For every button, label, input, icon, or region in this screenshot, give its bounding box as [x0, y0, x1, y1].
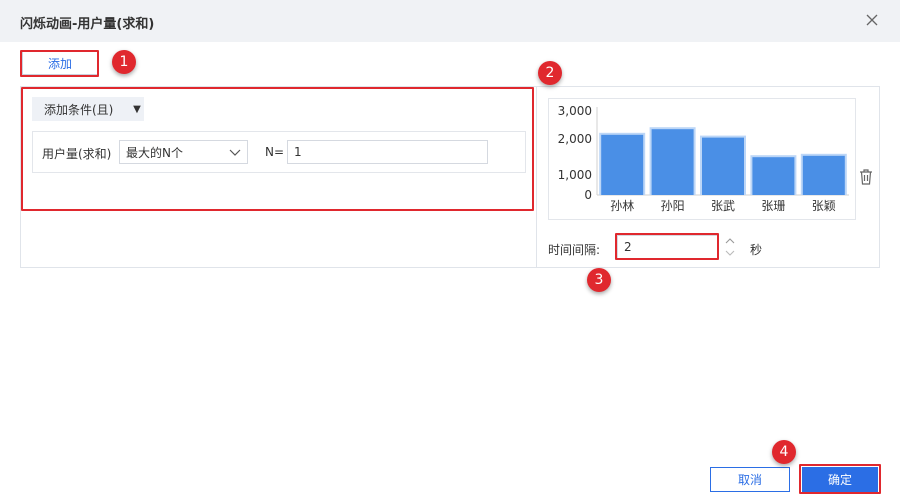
x-tick-label: 张武 [711, 199, 735, 213]
preview-chart-svg: 3,000 2,000 1,000 0 孙林 孙阳 张武 张珊 张颖 [558, 104, 849, 213]
y-tick-label: 2,000 [558, 132, 592, 146]
bar [651, 129, 694, 195]
preview-chart: 3,000 2,000 1,000 0 孙林 孙阳 张武 张珊 张颖 [548, 98, 856, 220]
callout-badge-3: 3 [587, 268, 611, 292]
trash-icon[interactable] [858, 168, 874, 186]
confirm-button[interactable]: 确定 [802, 467, 878, 492]
n-input[interactable] [287, 140, 488, 164]
n-label: N= [265, 145, 285, 159]
callout-badge-1: 1 [112, 50, 136, 74]
dialog-title: 闪烁动画-用户量(求和) [20, 17, 155, 32]
bar [802, 155, 845, 195]
bar [702, 137, 744, 195]
y-tick-label: 1,000 [558, 168, 592, 182]
bar [601, 134, 644, 195]
panel-divider [536, 87, 537, 267]
stepper-down-icon[interactable] [722, 247, 738, 259]
x-tick-label: 张颖 [812, 199, 836, 213]
callout-badge-4: 4 [772, 440, 796, 464]
stepper-up-icon[interactable] [722, 235, 738, 247]
x-tick-label: 孙阳 [661, 199, 685, 213]
cancel-button[interactable]: 取消 [710, 467, 790, 492]
caret-down-icon[interactable]: ▼ [130, 104, 144, 115]
callout-badge-2: 2 [538, 61, 562, 85]
close-icon[interactable] [862, 10, 882, 30]
condition-type-value: 最大的N个 [126, 145, 183, 160]
interval-stepper[interactable] [722, 235, 738, 259]
interval-label: 时间间隔: [548, 243, 601, 257]
chevron-down-icon [229, 149, 241, 156]
interval-input[interactable] [617, 235, 719, 259]
condition-type-select[interactable]: 最大的N个 [119, 140, 248, 164]
interval-unit: 秒 [750, 243, 763, 257]
x-tick-label: 张珊 [761, 199, 785, 213]
y-tick-label: 3,000 [558, 104, 592, 118]
x-tick-label: 孙林 [610, 199, 634, 213]
condition-field-label: 用户量(求和) [42, 147, 112, 161]
y-tick-label: 0 [584, 188, 592, 202]
add-condition-button[interactable]: 添加条件(且) ▼ [32, 97, 144, 121]
add-button[interactable]: 添加 [22, 51, 98, 75]
bar [752, 157, 795, 195]
add-condition-label: 添加条件(且) [44, 102, 114, 117]
